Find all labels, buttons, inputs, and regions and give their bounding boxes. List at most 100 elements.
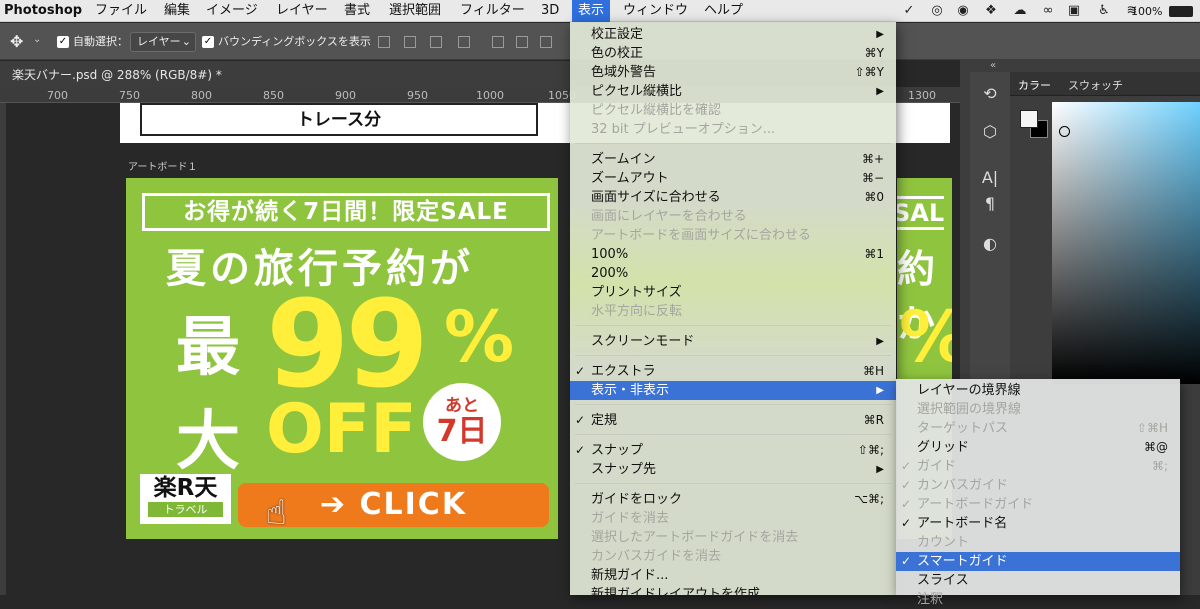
- align-vcenter-icon[interactable]: [516, 36, 528, 48]
- align-middle-icon[interactable]: [458, 36, 470, 48]
- menu-item[interactable]: ✓ 定規 ⌘R: [570, 411, 896, 430]
- bounding-box-label: バウンディングボックスを表示: [218, 35, 371, 48]
- menu-select[interactable]: 選択範囲: [389, 2, 441, 20]
- align-bottom-icon[interactable]: [540, 36, 552, 48]
- menu-item-label: ズームイン: [591, 152, 656, 167]
- menu-item[interactable]: 表示・非表示 ▶: [570, 381, 896, 400]
- submenu-arrow-icon: ▶: [876, 86, 884, 97]
- menu-item[interactable]: ズームイン ⌘+: [570, 150, 896, 169]
- menu-item[interactable]: レイヤーの境界線: [896, 381, 1180, 400]
- menu-item: ピクセル縦横比を確認: [570, 101, 896, 120]
- menu-edit[interactable]: 編集: [164, 2, 190, 20]
- battery-icon[interactable]: [1169, 6, 1193, 17]
- menu-item[interactable]: ピクセル縦横比 ▶: [570, 82, 896, 101]
- hand-cursor-icon: ☝: [266, 493, 287, 533]
- menu-item-label: 100%: [591, 247, 629, 262]
- menu-item[interactable]: 校正設定 ▶: [570, 25, 896, 44]
- chevron-down-icon[interactable]: ⌄: [33, 34, 41, 45]
- document-tab-bar: 楽天バナー.psd @ 288% (RGB/8#) *: [0, 61, 570, 87]
- menu-item-label: ガイド: [917, 459, 957, 474]
- banner-char-bottom: 大: [176, 405, 240, 479]
- adjust-icon[interactable]: ◐: [976, 230, 1004, 258]
- move-tool-icon[interactable]: ✥: [10, 32, 23, 51]
- menu-item[interactable]: スナップ先 ▶: [570, 460, 896, 479]
- auto-select-dropdown[interactable]: レイヤー ⌄: [130, 32, 196, 52]
- menu-item[interactable]: ✓ エクストラ ⌘H: [570, 362, 896, 381]
- history-icon[interactable]: ⟲: [976, 80, 1004, 108]
- dropbox-icon[interactable]: ❖: [983, 3, 999, 19]
- checkmark-icon: ✓: [901, 478, 912, 492]
- banner-artboard[interactable]: お得が続く7日間！限定SALE 夏の旅行予約が 最 大 99 % OFF あと …: [126, 178, 558, 539]
- apple-icon[interactable]: [0, 3, 2, 17]
- document-tab[interactable]: 楽天バナー.psd @ 288% (RGB/8#) *: [12, 66, 222, 83]
- menu-filter[interactable]: フィルター: [460, 2, 525, 20]
- color-picker-handle[interactable]: [1059, 126, 1070, 137]
- menu-item: ターゲットパス ⇧⌘H: [896, 419, 1180, 438]
- menu-image[interactable]: イメージ: [206, 2, 258, 20]
- trace-label: トレース分: [140, 103, 538, 136]
- menu-item-shortcut: ⌘+: [861, 152, 884, 166]
- display-icon[interactable]: ▣: [1066, 3, 1082, 19]
- menu-item[interactable]: スクリーンモード ▶: [570, 332, 896, 351]
- app-menu-photoshop[interactable]: Photoshop: [4, 2, 82, 20]
- menu-item[interactable]: 100% ⌘1: [570, 245, 896, 264]
- align-center-icon[interactable]: [404, 36, 416, 48]
- auto-select-label: 自動選択：: [73, 35, 128, 48]
- menu-item[interactable]: 新規ガイドレイアウトを作成...: [570, 585, 896, 595]
- foreground-color-swatch[interactable]: [1020, 110, 1038, 128]
- menu-item-label: アートボード名: [917, 516, 1008, 531]
- menu-type[interactable]: 書式: [344, 2, 370, 20]
- menu-item-label: グリッド: [917, 440, 970, 455]
- target-status-icon[interactable]: ◎: [929, 3, 945, 19]
- battery-percent: 100%: [1131, 5, 1163, 18]
- circle-status-icon[interactable]: ◉: [955, 3, 971, 19]
- menu-item-shortcut: ⇧⌘Y: [854, 65, 884, 79]
- menu-item[interactable]: 色域外警告 ⇧⌘Y: [570, 63, 896, 82]
- tab-color[interactable]: カラー: [1018, 77, 1051, 93]
- menu-item-label: 色の校正: [591, 46, 644, 61]
- menu-item-label: 32 bit プレビューオプション...: [591, 122, 776, 137]
- menu-item[interactable]: グリッド ⌘@: [896, 438, 1180, 457]
- checkmark-status-icon[interactable]: ✓: [901, 3, 917, 19]
- menu-view[interactable]: 表示: [572, 0, 611, 22]
- menu-item-label: ピクセル縦横比: [591, 84, 683, 99]
- menu-help[interactable]: ヘルプ: [704, 2, 743, 20]
- menu-item[interactable]: スライス: [896, 571, 1180, 590]
- menu-item[interactable]: ガイドをロック ⌥⌘;: [570, 490, 896, 509]
- menu-item[interactable]: ✓ スナップ ⇧⌘;: [570, 441, 896, 460]
- menu-item[interactable]: ズームアウト ⌘−: [570, 169, 896, 188]
- menu-window[interactable]: ウィンドウ: [623, 2, 688, 20]
- accessibility-icon[interactable]: ♿: [1096, 3, 1112, 19]
- align-left-icon[interactable]: [378, 36, 390, 48]
- creative-cloud-icon[interactable]: ∞: [1040, 3, 1056, 19]
- menu-item[interactable]: 新規ガイド...: [570, 566, 896, 585]
- ruler-tick: 700: [47, 89, 68, 102]
- menu-item-label: 選択したアートボードガイドを消去: [591, 530, 799, 545]
- menu-item-label: スマートガイド: [917, 554, 1008, 569]
- artboard-label[interactable]: アートボード１: [128, 158, 197, 173]
- tab-swatches[interactable]: スウォッチ: [1068, 77, 1123, 93]
- menu-item[interactable]: ✓ アートボード名: [896, 514, 1180, 533]
- menu-item[interactable]: 200%: [570, 264, 896, 283]
- logo-bottom: トラベル: [148, 502, 223, 517]
- menu-layer[interactable]: レイヤー: [276, 2, 328, 20]
- menu-item[interactable]: 色の校正 ⌘Y: [570, 44, 896, 63]
- menu-item[interactable]: 画面サイズに合わせる ⌘0: [570, 188, 896, 207]
- 3d-cube-icon[interactable]: ⬡: [976, 118, 1004, 146]
- menu-file[interactable]: ファイル: [95, 2, 147, 20]
- checkmark-icon: ✓: [901, 554, 912, 568]
- cloud-upload-icon[interactable]: ☁: [1012, 3, 1028, 19]
- collapse-panel-icon[interactable]: «: [990, 60, 996, 71]
- menu-item[interactable]: ✓ スマートガイド: [896, 552, 1180, 571]
- align-top-icon[interactable]: [492, 36, 504, 48]
- bounding-box-checkbox[interactable]: ✓: [202, 36, 214, 48]
- menu-3d[interactable]: 3D: [541, 2, 559, 20]
- menu-item[interactable]: プリントサイズ: [570, 283, 896, 302]
- auto-select-checkbox[interactable]: ✓: [57, 36, 69, 48]
- character-icon[interactable]: A|: [976, 164, 1004, 192]
- color-picker-field[interactable]: [1052, 102, 1200, 384]
- rakuten-travel-logo: 楽R天 トラベル: [140, 474, 231, 524]
- align-right-icon[interactable]: [430, 36, 442, 48]
- menu-item: 水平方向に反転: [570, 302, 896, 321]
- paragraph-icon[interactable]: ¶: [976, 190, 1004, 218]
